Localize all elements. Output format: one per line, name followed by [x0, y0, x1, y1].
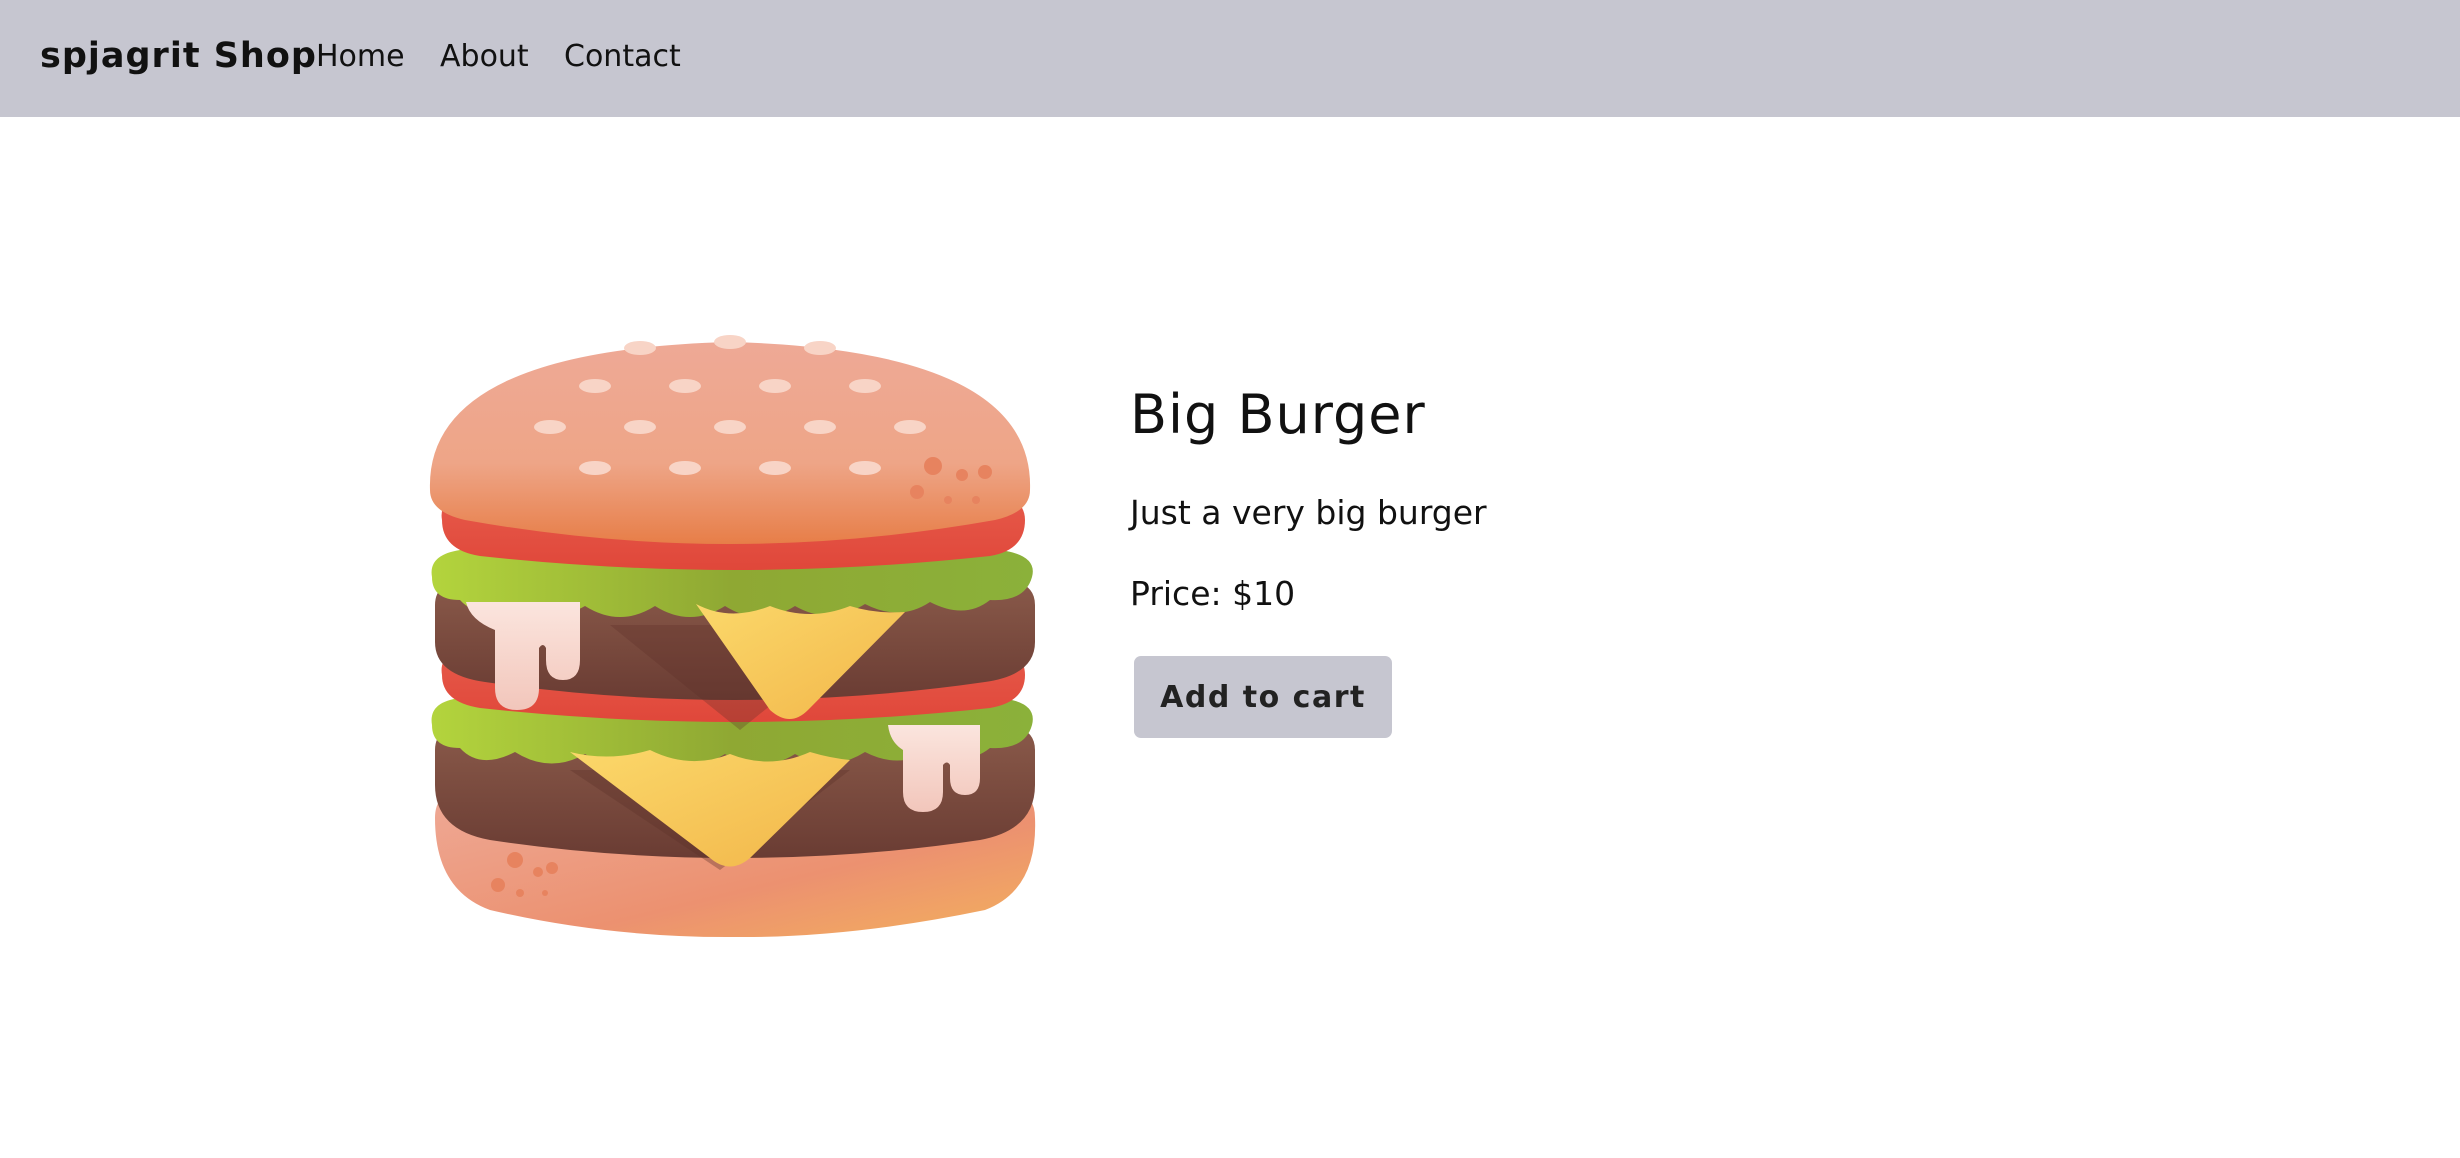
navbar: spjagrit Shop Home About Contact — [0, 0, 2460, 117]
product-price: Price: $10 — [1130, 574, 1296, 613]
nav-link-about[interactable]: About — [440, 37, 529, 77]
nav-link-home[interactable]: Home — [316, 37, 405, 77]
product-description: Just a very big burger — [1130, 493, 1487, 532]
nav-link-contact[interactable]: Contact — [564, 37, 681, 77]
brand-logo-link[interactable]: spjagrit Shop — [40, 34, 317, 78]
add-to-cart-button[interactable]: Add to cart — [1134, 656, 1392, 738]
burger-image — [429, 335, 1036, 938]
product-title: Big Burger — [1130, 383, 1426, 446]
